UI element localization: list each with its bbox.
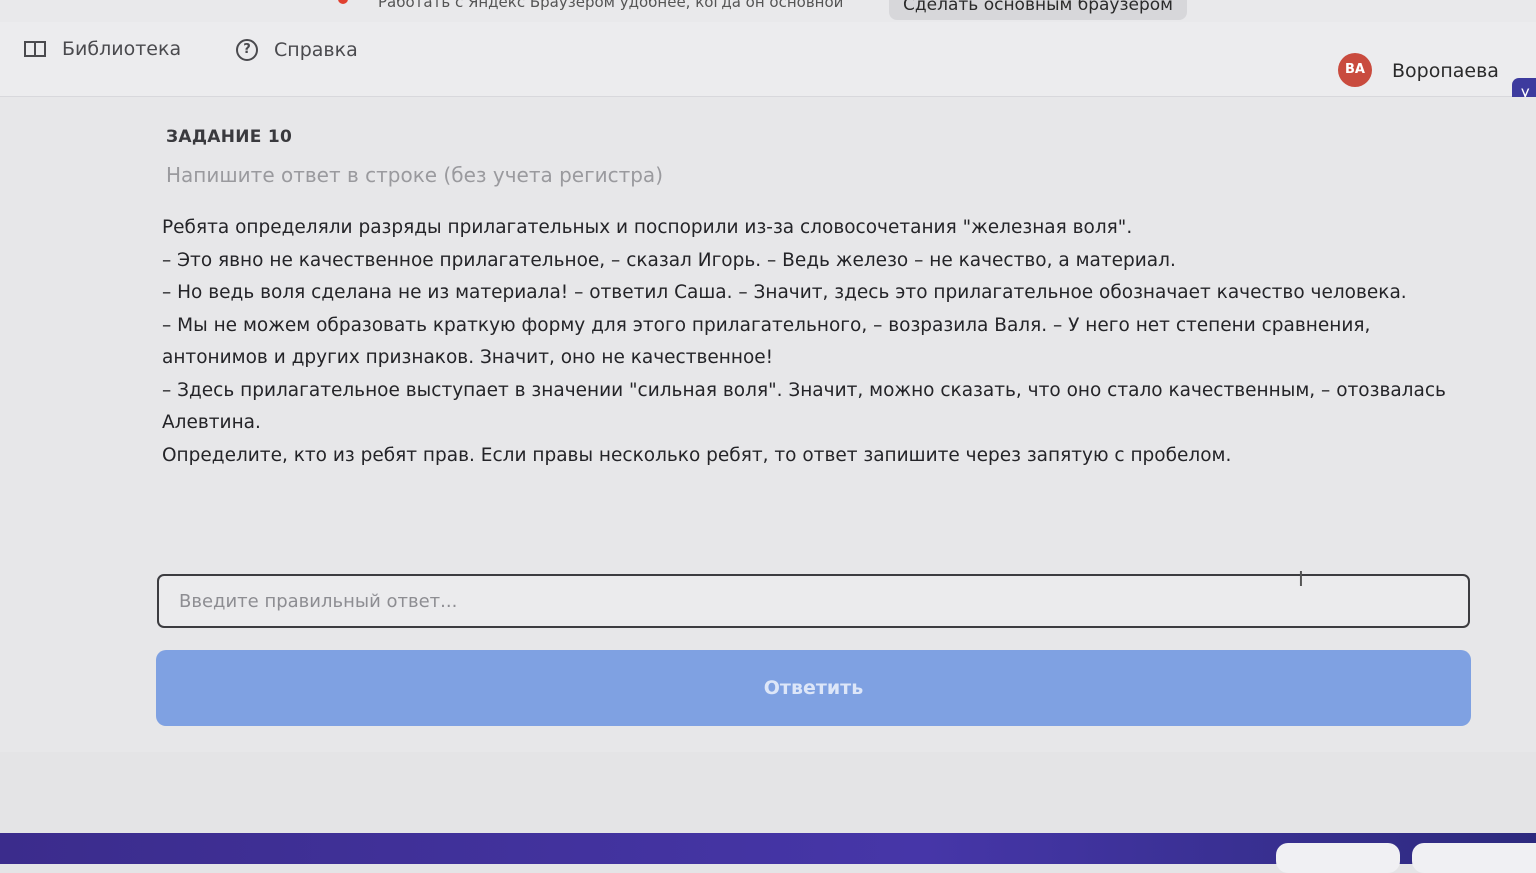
footer-bar — [0, 833, 1536, 873]
answer-input[interactable] — [157, 574, 1470, 628]
browser-default-notice: Работать с Яндекс Браузером удобнее, ког… — [378, 0, 844, 11]
task-paragraph: Определите, кто из ребят прав. Если прав… — [162, 444, 1232, 466]
help-icon: ? — [236, 39, 258, 61]
task-body: Ребята определяли разряды прилагательных… — [162, 212, 1482, 472]
task-paragraph: – Но ведь воля сделана не из материала! … — [162, 282, 1407, 303]
task-paragraph: – Это явно не качественное прилагательно… — [162, 249, 1176, 271]
app-header: Библиотека ? Справка ВА Воропаева У — [0, 22, 1536, 112]
task-paragraph: – Здесь прилагательное выступает в значе… — [162, 379, 1446, 434]
nav-help-label: Справка — [274, 39, 358, 61]
browser-logo-icon — [338, 0, 348, 4]
footer-button[interactable] — [1276, 843, 1400, 873]
browser-default-bar: Работать с Яндекс Браузером удобнее, ког… — [0, 0, 1536, 22]
submit-answer-button[interactable]: Ответить — [156, 650, 1471, 726]
task-card: ЗАДАНИЕ 10 Напишите ответ в строке (без … — [0, 97, 1536, 752]
nav-help-link[interactable]: ? Справка — [236, 39, 358, 61]
footer-button[interactable] — [1412, 843, 1536, 873]
book-icon — [24, 40, 46, 58]
nav-library-link[interactable]: Библиотека — [24, 38, 181, 60]
task-paragraph: – Мы не можем образовать краткую форму д… — [162, 314, 1371, 369]
avatar[interactable]: ВА — [1338, 53, 1372, 87]
task-paragraph: Ребята определяли разряды прилагательных… — [162, 217, 1133, 238]
user-name[interactable]: Воропаева — [1392, 60, 1499, 82]
make-default-browser-button[interactable]: Сделать основным браузером — [889, 0, 1188, 20]
nav-library-label: Библиотека — [62, 38, 182, 60]
task-instruction: Напишите ответ в строке (без учета регис… — [166, 163, 663, 187]
text-cursor-icon: I — [1298, 567, 1304, 591]
task-number: ЗАДАНИЕ 10 — [166, 127, 293, 147]
